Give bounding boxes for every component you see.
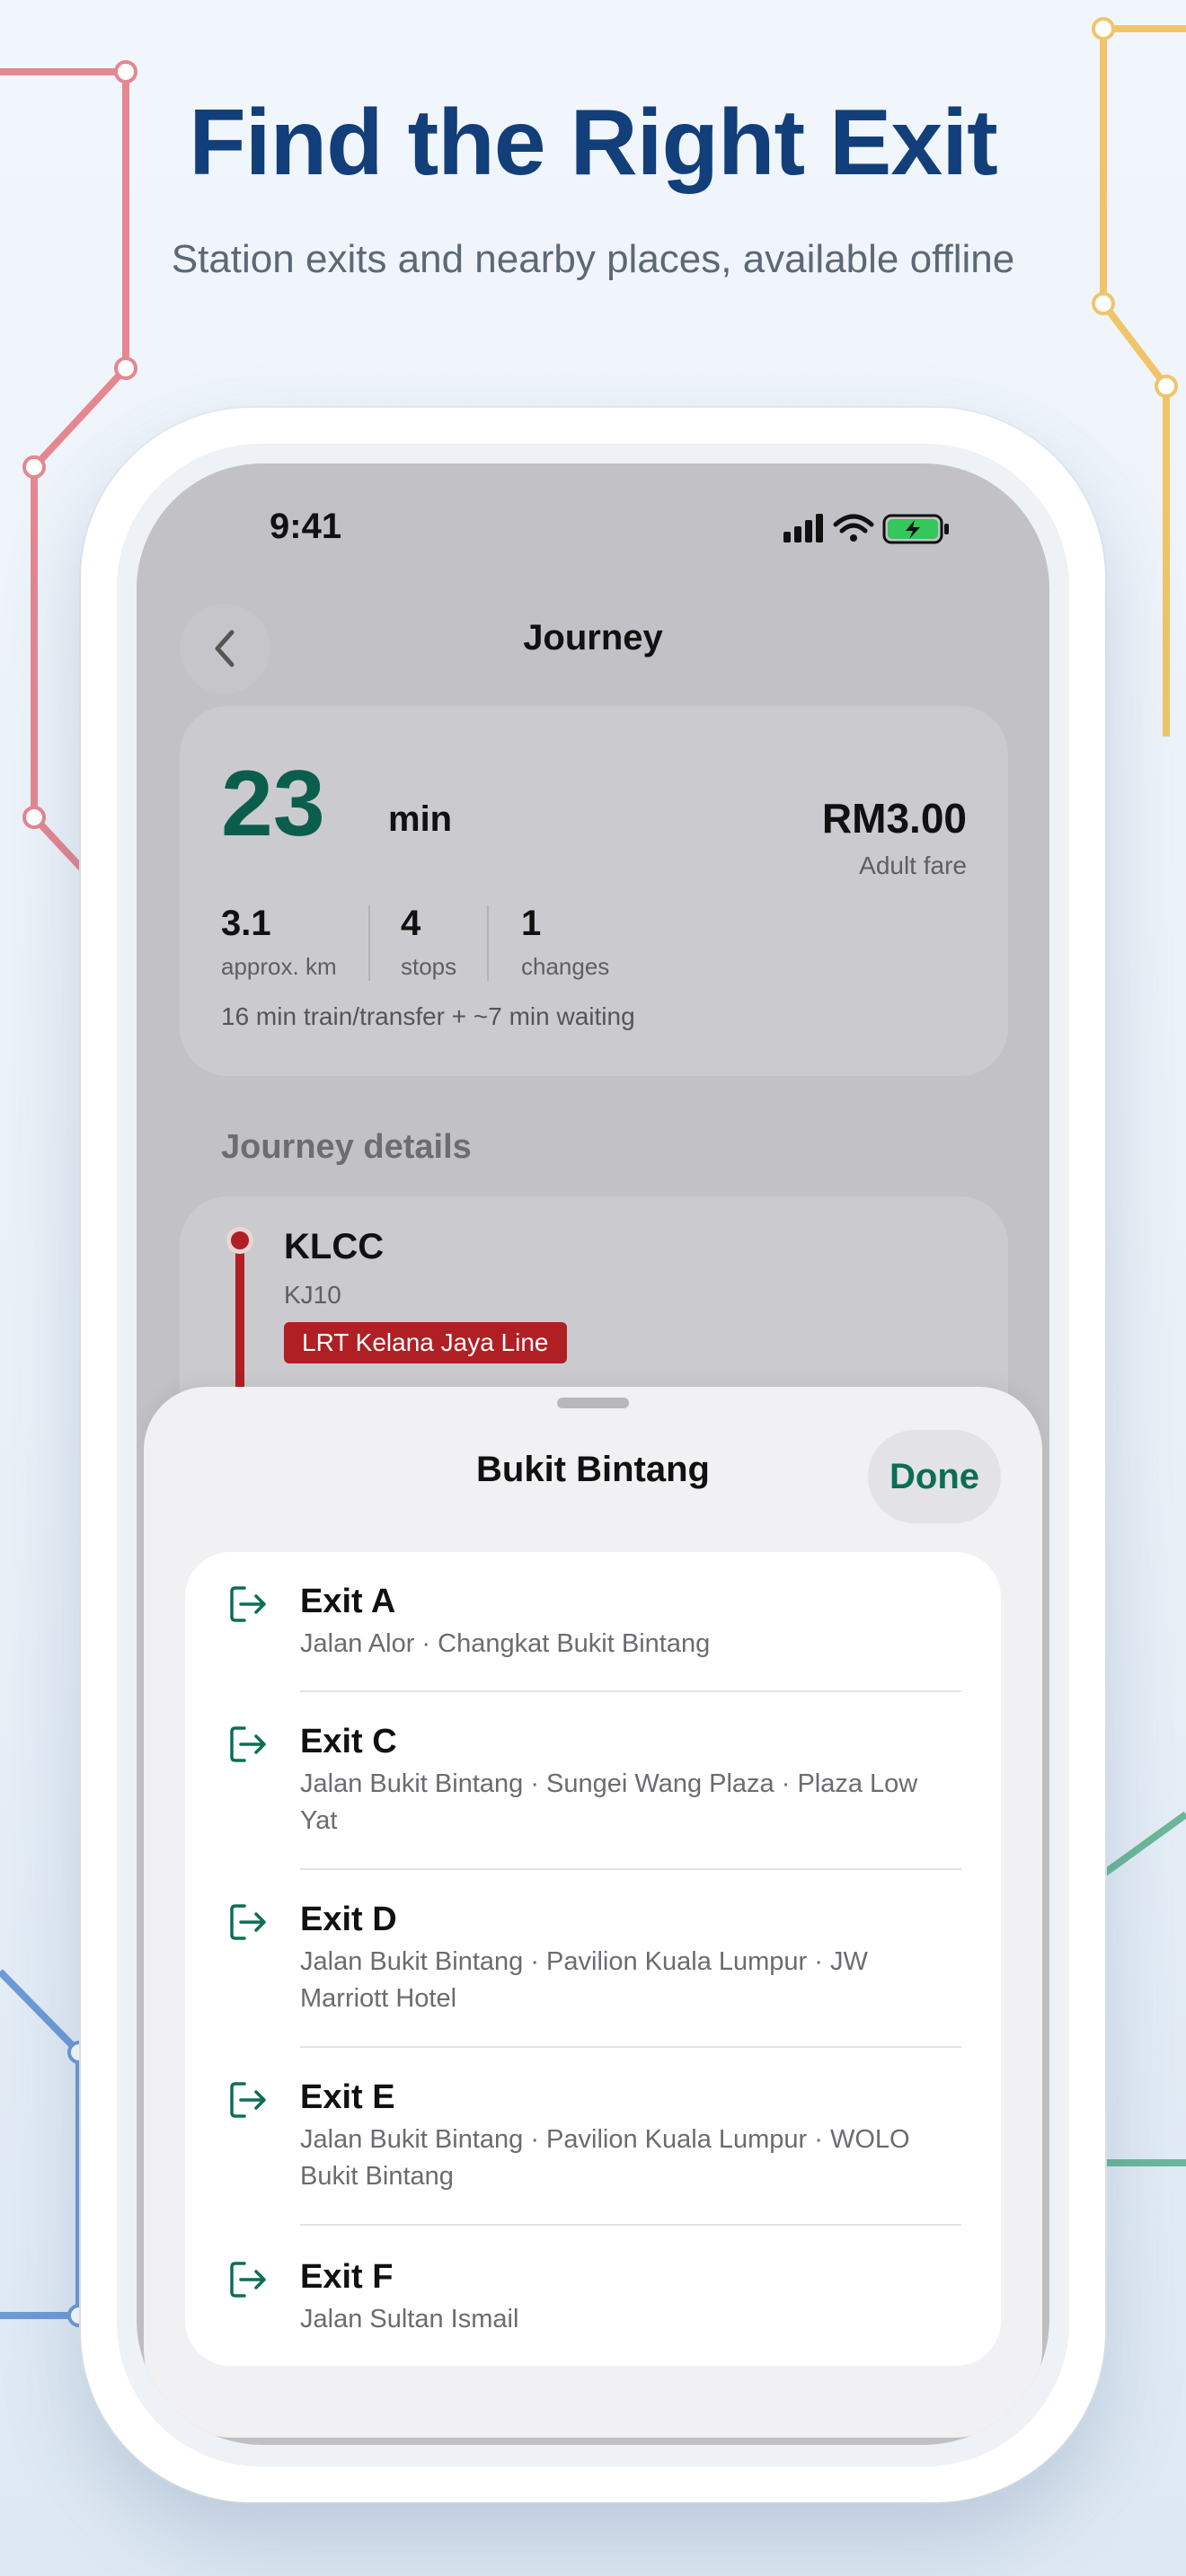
blue-route-line [0,1969,83,2319]
stat-stops: 4 stops [401,904,456,981]
promo-subline: Station exits and nearby places, availab… [171,237,1015,281]
stat-changes: 1 changes [521,904,609,981]
line-badge: LRT Kelana Jaya Line [284,1322,567,1363]
station-marker [226,1227,253,1254]
done-button[interactable]: Done [868,1430,1001,1523]
journey-summary-card: 23 min RM3.00 Adult fare 3.1 approx. km … [180,706,1008,1076]
stat-label: stops [401,953,457,980]
exit-row-e[interactable]: Exit E Jalan Bukit Bintang · Pavilion Ku… [185,2048,1001,2226]
exit-description: Jalan Sultan Ismail [300,2305,519,2333]
map-station-dot [114,60,137,84]
stat-divider [487,905,489,981]
exit-name: Exit F [300,2258,394,2296]
exit-description: Jalan Bukit Bintang · Pavilion Kuala Lum… [300,2125,910,2191]
exit-door-icon [230,2082,266,2118]
sheet-grabber[interactable] [557,1398,629,1408]
exit-row-c[interactable]: Exit C Jalan Bukit Bintang · Sungei Wang… [185,1692,1001,1870]
exit-row-a[interactable]: Exit A Jalan Alor · Changkat Bukit Binta… [185,1552,1001,1692]
exit-name: Exit C [300,1723,397,1760]
stat-label: approx. km [221,953,337,980]
duration-unit: min [388,799,453,839]
exit-description: Jalan Alor · Changkat Bukit Bintang [300,1629,711,1658]
map-station-dot [1155,375,1178,398]
exits-bottom-sheet: Bukit Bintang Done Exit A Jalan Alor · C… [144,1387,1042,2438]
status-time: 9:41 [270,507,342,546]
station-code: KJ10 [284,1281,341,1309]
station-name: KLCC [284,1227,385,1266]
wifi-icon [833,514,874,542]
stat-label: changes [521,953,610,980]
green-route-line [1102,1811,1186,2166]
exit-list: Exit A Jalan Alor · Changkat Bukit Binta… [185,1552,1001,2366]
exit-row-d[interactable]: Exit D Jalan Bukit Bintang · Pavilion Ku… [185,1870,1001,2048]
nav-title: Journey [523,618,663,657]
exit-name: Exit A [300,1583,396,1620]
signal-icon [783,514,823,543]
exit-name: Exit E [300,2078,395,2116]
map-station-dot [22,806,46,829]
fare-value: RM3.00 [821,795,967,842]
battery-charging-icon [882,514,949,544]
status-icons [783,514,949,544]
promo-headline: Find the Right Exit [189,91,998,195]
stat-value: 1 [521,904,542,943]
duration-value: 23 [221,752,325,856]
stat-distance: 3.1 approx. km [221,904,337,981]
exit-description: Jalan Bukit Bintang · Pavilion Kuala Lum… [300,1947,868,2013]
map-station-dot [22,455,46,479]
section-title-journey-details: Journey details [221,1128,472,1166]
stat-value: 3.1 [221,904,271,943]
exit-door-icon [230,1586,266,1622]
map-station-dot [114,357,137,380]
exit-name: Exit D [300,1901,397,1938]
exit-door-icon [230,1904,266,1940]
exit-door-icon [230,1726,266,1762]
phone-screen: 9:41 Journey 23 min RM3.00 Adult fare 3.… [137,463,1049,2445]
stat-divider [368,905,370,981]
map-station-dot [1092,17,1115,40]
stat-value: 4 [401,904,421,943]
trip-time-note: 16 min train/transfer + ~7 min waiting [221,1002,635,1030]
exit-description: Jalan Bukit Bintang · Sungei Wang Plaza … [300,1769,918,1835]
fare-label: Adult fare [859,851,967,879]
exit-door-icon [230,2262,266,2298]
exit-row-f[interactable]: Exit F Jalan Sultan Ismail [185,2226,1001,2366]
map-station-dot [1092,292,1115,315]
